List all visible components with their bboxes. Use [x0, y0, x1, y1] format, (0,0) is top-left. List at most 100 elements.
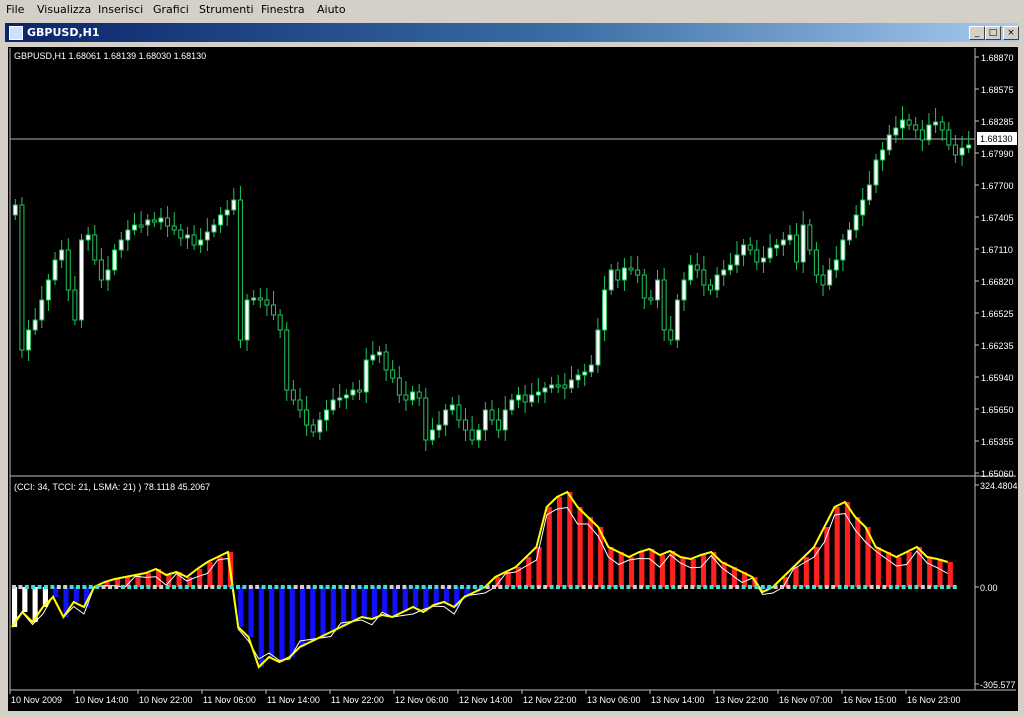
- candle-body: [502, 409, 508, 431]
- cci-bar: [207, 562, 213, 587]
- price-axis-label: 1.65650: [981, 405, 1014, 415]
- zero-dot: [50, 585, 55, 589]
- zero-dot: [357, 585, 362, 589]
- zero-dot: [639, 585, 644, 589]
- zero-dot: [370, 585, 375, 589]
- zero-dot: [869, 585, 874, 589]
- zero-dot: [101, 585, 106, 589]
- candle-body: [317, 419, 323, 433]
- candle-body: [19, 204, 25, 351]
- cci-bar: [628, 557, 635, 587]
- candle-body: [741, 244, 747, 256]
- candle-body: [390, 369, 396, 379]
- time-axis-label: 12 Nov 22:00: [523, 695, 577, 705]
- zero-dot: [152, 585, 157, 589]
- cci-bar: [700, 555, 707, 587]
- zero-dot: [773, 585, 778, 589]
- candle-body: [588, 364, 594, 373]
- zero-dot: [453, 585, 458, 589]
- candle-body: [456, 404, 462, 421]
- candle-body: [370, 354, 376, 361]
- candle-body: [542, 387, 548, 393]
- chart-background: [8, 47, 1018, 711]
- cci-bar: [433, 587, 439, 605]
- zero-dot: [415, 585, 420, 589]
- zero-dot: [940, 585, 944, 589]
- zero-dot: [728, 585, 733, 589]
- zero-dot: [338, 585, 343, 589]
- zero-dot: [184, 585, 189, 589]
- chart-canvas[interactable]: 1.68130 GBPUSD,H1 1.68061 1.68139 1.6803…: [0, 0, 1024, 717]
- zero-dot: [831, 585, 836, 589]
- candle-body: [562, 384, 568, 389]
- zero-dot: [620, 585, 624, 589]
- zero-dot: [799, 585, 804, 589]
- zero-dot: [364, 585, 368, 589]
- zero-dot: [306, 585, 311, 589]
- zero-dot: [498, 585, 503, 589]
- time-axis-label: 13 Nov 06:00: [587, 695, 641, 705]
- candle-body: [211, 224, 217, 233]
- zero-dot: [210, 585, 215, 589]
- zero-dot: [159, 585, 164, 589]
- zero-dot: [108, 585, 112, 589]
- time-axis-label: 13 Nov 22:00: [715, 695, 769, 705]
- candle-body: [85, 234, 91, 241]
- zero-dot: [197, 585, 202, 589]
- zero-dot: [876, 585, 880, 589]
- zero-dot: [376, 585, 381, 589]
- candle-body: [575, 374, 581, 381]
- candle-body: [330, 399, 336, 411]
- zero-dot: [748, 585, 752, 589]
- candle-body: [522, 394, 528, 403]
- zero-dot: [530, 585, 535, 589]
- zero-dot: [805, 585, 810, 589]
- zero-dot: [389, 585, 394, 589]
- cci-bar: [310, 587, 316, 642]
- candle-body: [297, 399, 303, 411]
- zero-dot: [344, 585, 349, 589]
- candle-body: [674, 299, 680, 341]
- zero-dot: [549, 585, 554, 589]
- zero-dot: [946, 585, 951, 589]
- zero-dot: [428, 585, 432, 589]
- zero-dot: [716, 585, 720, 589]
- candle-body: [145, 219, 151, 226]
- candle-body: [714, 274, 720, 291]
- candle-body: [489, 409, 495, 421]
- cci-bar: [690, 559, 696, 587]
- candle-body: [32, 319, 38, 331]
- zero-dot: [837, 585, 842, 589]
- zero-dot: [786, 585, 791, 589]
- zero-dot: [434, 585, 439, 589]
- candle-body: [794, 234, 800, 263]
- candle-body: [118, 239, 124, 251]
- price-axis-label: 1.67405: [981, 213, 1014, 223]
- candle-body: [926, 124, 932, 141]
- zero-dot: [268, 585, 272, 589]
- cci-bar: [505, 572, 511, 587]
- candle-body: [357, 389, 363, 393]
- zero-dot: [722, 585, 727, 589]
- cci-bar: [258, 587, 264, 667]
- candle-body: [661, 279, 667, 331]
- cci-bar: [927, 557, 933, 587]
- candle-body: [827, 269, 833, 286]
- candle-body: [939, 121, 945, 131]
- zero-dot: [780, 585, 784, 589]
- cci-bar: [361, 587, 367, 617]
- candle-body: [813, 249, 819, 276]
- candle-body: [515, 394, 521, 401]
- candle-body: [840, 239, 846, 261]
- time-axis-label: 12 Nov 14:00: [459, 695, 513, 705]
- zero-dot: [293, 585, 298, 589]
- candle-body: [403, 394, 409, 401]
- candle-body: [244, 299, 250, 341]
- cci-bar: [916, 547, 923, 587]
- candle-body: [635, 269, 641, 276]
- indicator-axis-top: 324.4804: [980, 481, 1018, 491]
- candle-body: [383, 351, 389, 371]
- zero-dot: [300, 585, 304, 589]
- zero-dot: [82, 585, 87, 589]
- zero-dot: [479, 585, 484, 589]
